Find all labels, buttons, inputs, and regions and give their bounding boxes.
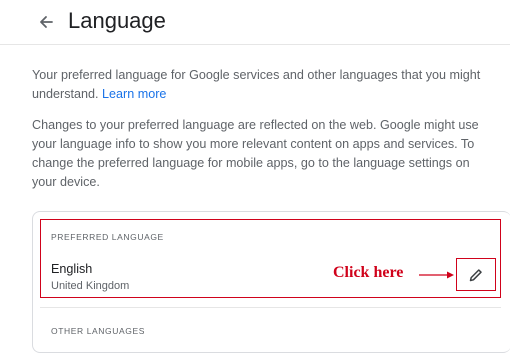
preferred-language-label: PREFERRED LANGUAGE <box>51 232 164 242</box>
annotation-arrow-icon <box>419 271 454 279</box>
click-here-annotation: Click here <box>333 264 404 281</box>
pencil-icon <box>469 269 482 282</box>
changes-paragraph: Changes to your preferred language are r… <box>32 118 479 189</box>
intro-paragraph: Your preferred language for Google servi… <box>32 66 482 104</box>
page-header: Language <box>0 0 510 45</box>
preferred-language-name: English <box>51 262 93 276</box>
learn-more-link[interactable]: Learn more <box>102 87 166 101</box>
edit-language-button[interactable] <box>456 258 496 291</box>
other-languages-label: OTHER LANGUAGES <box>51 326 146 336</box>
preferred-language-item[interactable]: English United Kingdom <box>51 261 251 292</box>
preferred-language-region: United Kingdom <box>51 280 130 292</box>
intro-text: Your preferred language for Google servi… <box>32 68 481 101</box>
arrow-left-icon[interactable] <box>36 12 56 32</box>
page-title: Language <box>68 8 166 33</box>
section-divider <box>40 307 501 308</box>
